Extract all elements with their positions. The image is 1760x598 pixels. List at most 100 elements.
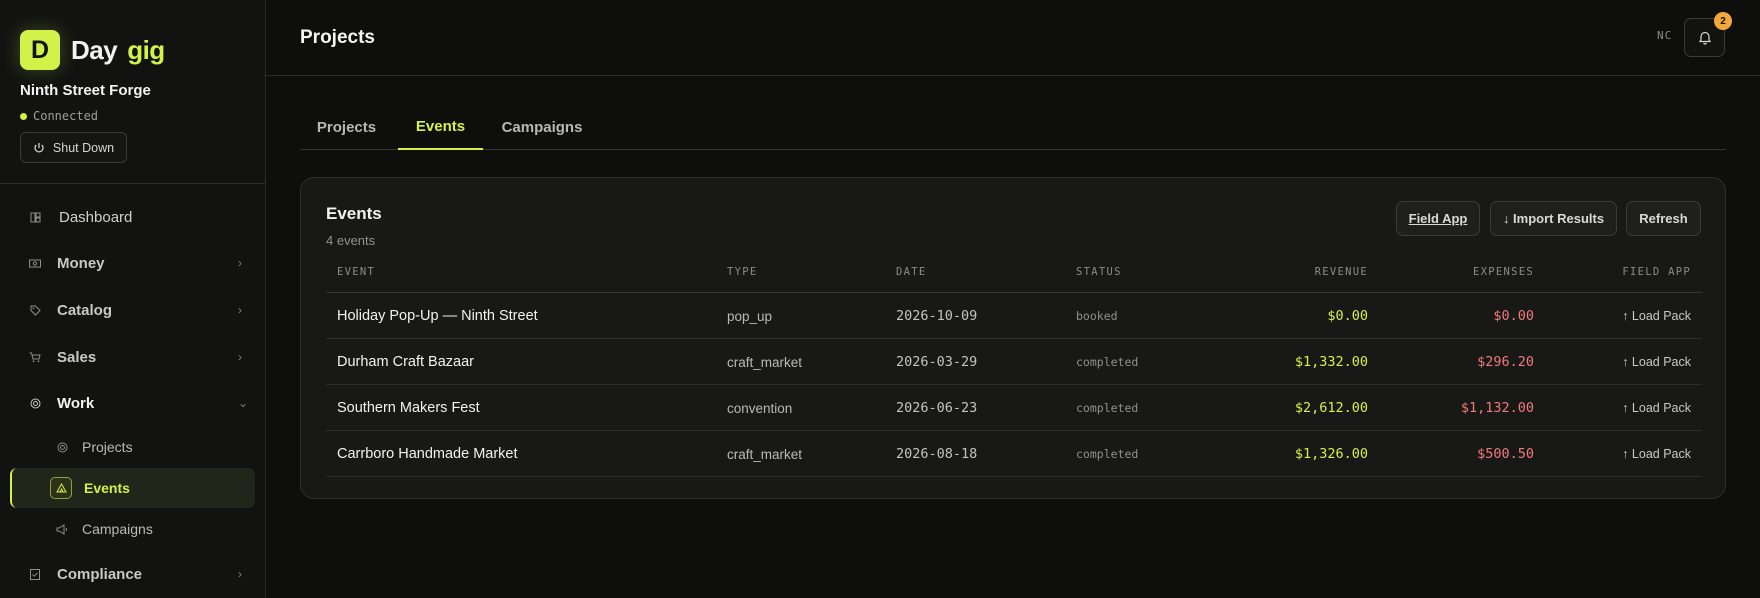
tab-campaigns[interactable]: Campaigns xyxy=(490,105,594,150)
sidebar-item-label: Dashboard xyxy=(59,208,133,226)
sidebar-divider xyxy=(0,183,266,184)
load-pack-button[interactable]: ↑ Load Pack xyxy=(1622,431,1691,477)
load-pack-button[interactable]: ↑ Load Pack xyxy=(1622,385,1691,431)
events-card: Events 4 events Field App ↓ Import Resul… xyxy=(300,177,1726,499)
status-badge: booked xyxy=(1076,309,1118,323)
event-revenue: $0.00 xyxy=(1327,308,1368,324)
status-badge: completed xyxy=(1076,447,1139,461)
user-initials[interactable]: NC xyxy=(1657,29,1672,42)
event-name[interactable]: Carrboro Handmade Market xyxy=(337,431,518,477)
event-revenue: $2,612.00 xyxy=(1294,400,1368,416)
sidebar-item-label: Sales xyxy=(57,348,97,366)
cart-icon xyxy=(29,351,41,363)
load-pack-button[interactable]: ↑ Load Pack xyxy=(1622,293,1691,339)
page-title: Projects xyxy=(300,27,375,48)
sidebar-item-label: Compliance xyxy=(57,565,143,583)
event-date: 2026-06-23 xyxy=(896,400,978,416)
import-results-button[interactable]: ↓ Import Results xyxy=(1490,201,1617,236)
event-date: 2026-03-29 xyxy=(896,354,978,370)
sidebar-item-label: Work xyxy=(57,394,95,412)
column-header-event[interactable]: EVENT xyxy=(337,266,375,278)
field-app-button[interactable]: Field App xyxy=(1396,201,1480,236)
load-pack-button[interactable]: ↑ Load Pack xyxy=(1622,339,1691,385)
event-name[interactable]: Holiday Pop-Up — Ninth Street xyxy=(337,293,538,339)
sidebar-item-dashboard[interactable]: Dashboard xyxy=(0,197,266,237)
tab-events[interactable]: Events xyxy=(398,105,483,150)
sidebar-item-compliance[interactable]: Compliance › xyxy=(0,554,266,594)
event-revenue: $1,326.00 xyxy=(1294,446,1368,462)
target-icon xyxy=(54,439,70,455)
power-icon xyxy=(34,142,44,152)
event-expenses: $0.00 xyxy=(1493,308,1534,324)
sidebar-subitem-label: Events xyxy=(84,480,130,496)
chevron-right-icon: › xyxy=(238,303,242,317)
sidebar-subitem-campaigns[interactable]: Campaigns xyxy=(10,509,255,549)
sidebar-subitem-projects[interactable]: Projects xyxy=(10,427,255,467)
card-title: Events xyxy=(326,204,382,223)
event-name[interactable]: Durham Craft Bazaar xyxy=(337,339,474,385)
column-header-field-app[interactable]: FIELD APP xyxy=(1622,266,1691,278)
events-count: 4 events xyxy=(326,233,376,248)
bell-icon xyxy=(1698,31,1711,45)
connection-status: Connected xyxy=(20,109,98,123)
refresh-button[interactable]: Refresh xyxy=(1626,201,1701,236)
status-badge: completed xyxy=(1076,355,1139,369)
event-date: 2026-10-09 xyxy=(896,308,978,324)
tag-icon xyxy=(29,304,41,316)
notification-badge: 2 xyxy=(1714,12,1732,30)
sidebar-subitem-label: Projects xyxy=(82,439,133,455)
column-header-type[interactable]: TYPE xyxy=(727,266,758,278)
table-row[interactable]: Holiday Pop-Up — Ninth Street pop_up 202… xyxy=(326,293,1702,339)
event-expenses: $500.50 xyxy=(1477,446,1534,462)
cash-icon xyxy=(29,257,41,269)
shutdown-button[interactable]: Shut Down xyxy=(20,132,127,163)
brand[interactable]: D Day gig xyxy=(20,29,165,71)
sidebar-item-catalog[interactable]: Catalog › xyxy=(0,290,266,330)
event-expenses: $296.20 xyxy=(1477,354,1534,370)
event-revenue: $1,332.00 xyxy=(1294,354,1368,370)
sidebar-subitem-events[interactable]: Events xyxy=(10,468,255,508)
target-icon xyxy=(29,397,41,409)
sidebar: D Day gig Ninth Street Forge Connected Sh… xyxy=(0,0,266,598)
sidebar-item-work[interactable]: Work ⌄ xyxy=(0,383,266,423)
status-badge: completed xyxy=(1076,401,1139,415)
shutdown-label: Shut Down xyxy=(52,140,115,155)
column-header-status[interactable]: STATUS xyxy=(1076,266,1122,278)
top-bar: Projects NC 2 xyxy=(266,0,1760,76)
brand-word-gig: gig xyxy=(127,34,165,65)
chevron-down-icon: ⌄ xyxy=(238,396,249,410)
table-row[interactable]: Carrboro Handmade Market craft_market 20… xyxy=(326,431,1702,477)
event-type: craft_market xyxy=(727,446,803,462)
sidebar-subitem-label: Campaigns xyxy=(82,521,153,537)
dashboard-icon xyxy=(29,211,41,223)
tab-bar: Projects Events Campaigns xyxy=(300,105,1726,150)
event-date: 2026-08-18 xyxy=(896,446,978,462)
sidebar-item-label: Money xyxy=(57,254,105,272)
brand-logo: D xyxy=(20,30,60,70)
sidebar-item-money[interactable]: Money › xyxy=(0,243,266,283)
column-header-date[interactable]: DATE xyxy=(896,266,927,278)
status-dot-icon xyxy=(20,112,27,120)
event-type: craft_market xyxy=(727,354,803,370)
event-type: convention xyxy=(727,400,793,416)
event-name[interactable]: Southern Makers Fest xyxy=(337,385,480,431)
chevron-right-icon: › xyxy=(238,567,242,581)
org-name: Ninth Street Forge xyxy=(20,82,151,99)
column-header-expenses[interactable]: EXPENSES xyxy=(1473,266,1534,278)
checklist-icon xyxy=(29,568,41,580)
table-row[interactable]: Southern Makers Fest convention 2026-06-… xyxy=(326,385,1702,431)
chevron-right-icon: › xyxy=(238,256,242,270)
brand-wordmark: Day gig xyxy=(71,35,165,66)
tent-icon xyxy=(50,477,72,499)
megaphone-icon xyxy=(54,521,70,537)
connection-status-label: Connected xyxy=(33,109,99,123)
brand-word-day: Day xyxy=(71,34,118,65)
tab-projects[interactable]: Projects xyxy=(300,105,393,150)
table-row[interactable]: Durham Craft Bazaar craft_market 2026-03… xyxy=(326,339,1702,385)
event-type: pop_up xyxy=(727,308,773,324)
event-expenses: $1,132.00 xyxy=(1460,400,1534,416)
sidebar-item-sales[interactable]: Sales › xyxy=(0,337,266,377)
sidebar-item-label: Catalog xyxy=(57,301,113,319)
chevron-right-icon: › xyxy=(238,350,242,364)
column-header-revenue[interactable]: REVENUE xyxy=(1315,266,1368,278)
